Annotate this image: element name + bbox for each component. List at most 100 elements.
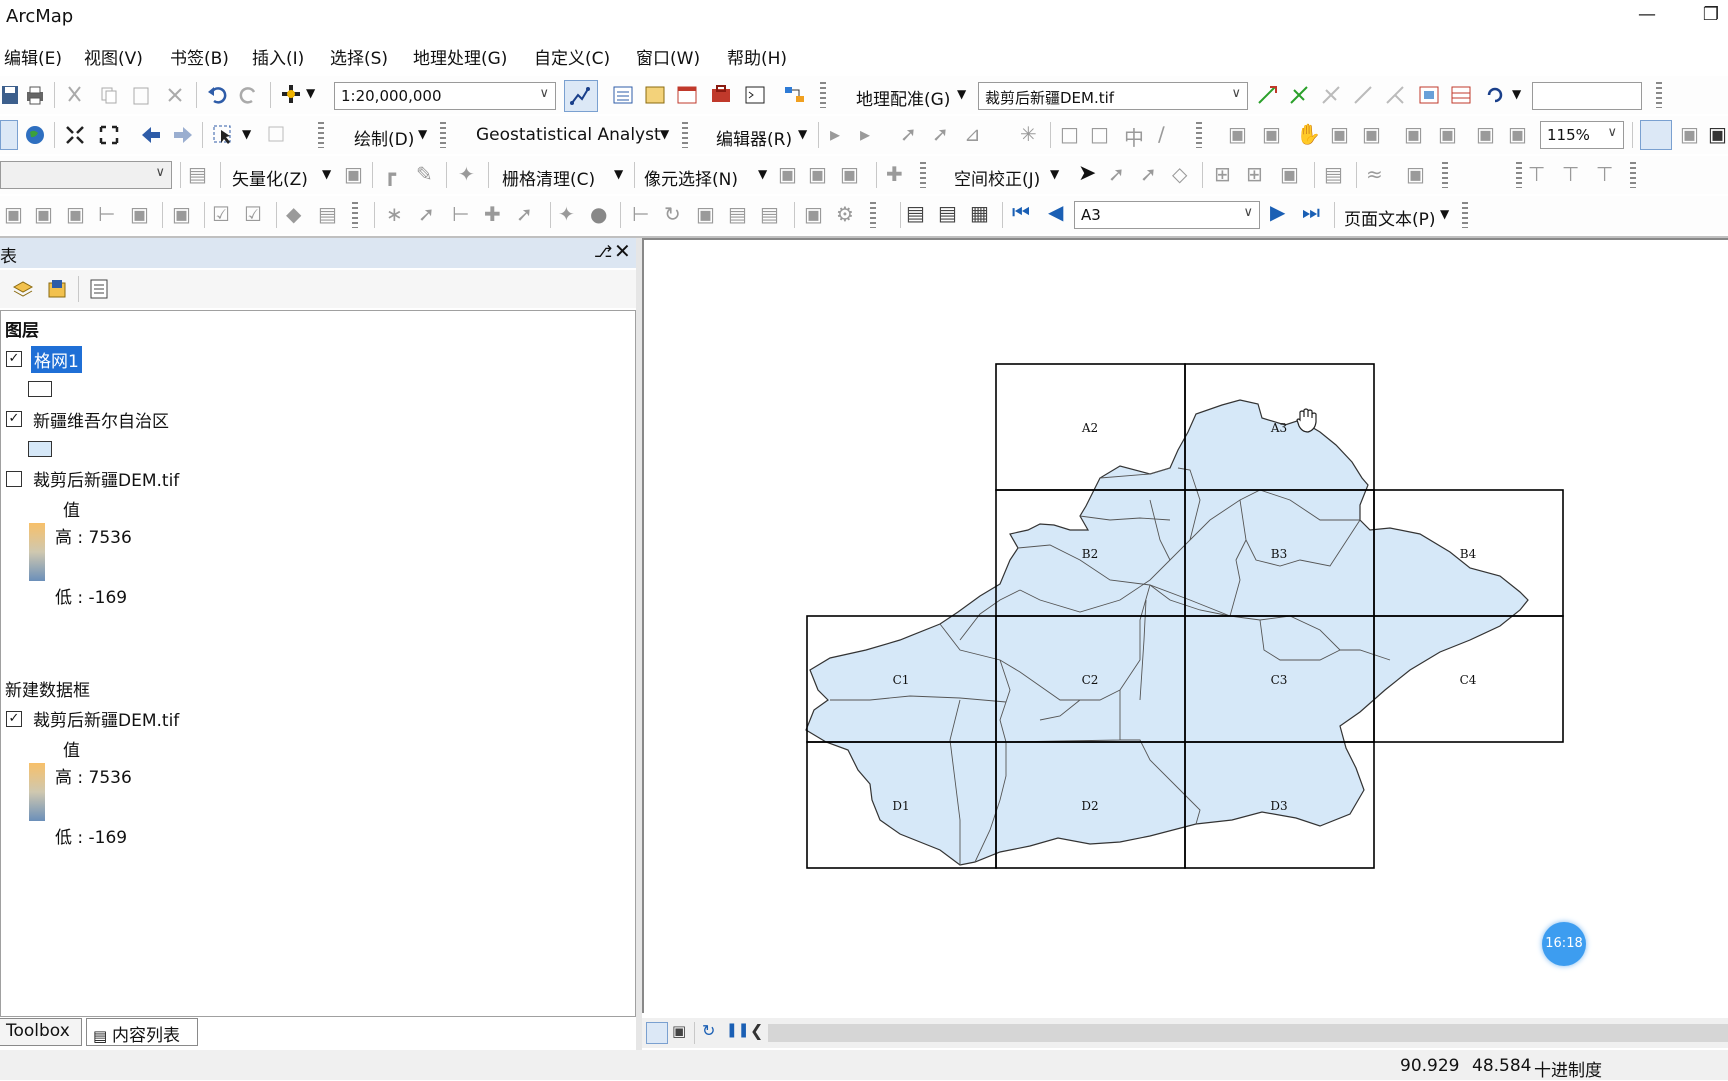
arctoolbox-icon[interactable] [710, 84, 732, 106]
pan-tool-button[interactable] [0, 120, 18, 150]
layout-view[interactable]: A2 A3 B2 B3 B4 C1 C2 C3 C4 D1 D2 D3 16:1… [642, 238, 1728, 1013]
rotate-icon[interactable] [1484, 84, 1506, 106]
find-connected-cells-icon[interactable]: ▣ [840, 162, 859, 186]
layer-visibility-checkbox[interactable] [6, 471, 22, 487]
end-point-arc-icon[interactable]: ➚ [932, 122, 949, 146]
cell-selection-menu[interactable]: 像元选择(N) [644, 165, 738, 190]
new-limited-adjustment-area-icon[interactable]: ⊞ [1246, 162, 1263, 186]
attribute-transfer-icon[interactable]: ▣ [1406, 162, 1425, 186]
topology-table-icon[interactable]: ▤ [318, 202, 337, 226]
clear-selection-icon[interactable] [266, 124, 288, 146]
editor-menu[interactable]: 编辑器(R) [716, 125, 792, 150]
validate-topology-icon[interactable]: ☑ [212, 202, 230, 226]
last-page-icon[interactable]: ⏭ [1302, 200, 1320, 224]
cut-polygons-icon[interactable]: 中 [1124, 122, 1144, 151]
vectorization-settings-icon[interactable]: ▣ [344, 162, 363, 186]
layout-back-icon[interactable]: ▣ [1476, 122, 1495, 146]
fix-topology-icon[interactable]: ◆ [286, 202, 301, 226]
split-into-cogo-icon[interactable]: ▤ [728, 202, 747, 226]
topology-icon[interactable]: ▣ [4, 202, 23, 226]
setup-data-driven-pages-icon[interactable]: ▤ [906, 201, 925, 225]
chevron-down-icon[interactable]: ▼ [758, 167, 767, 181]
select-link-icon[interactable] [1320, 84, 1342, 106]
chevron-down-icon[interactable]: ▼ [798, 127, 807, 141]
select-features-icon[interactable] [212, 124, 234, 146]
auto-registration-icon[interactable] [1288, 84, 1310, 106]
layer-name[interactable]: 裁剪后新疆DEM.tif [33, 466, 179, 491]
chevron-down-icon[interactable]: ▼ [957, 87, 966, 101]
chevron-down-icon[interactable]: ▼ [322, 167, 331, 181]
first-page-icon[interactable]: ⏮ [1012, 200, 1030, 224]
scale-combobox[interactable]: 1:20,000,000 ∨ [334, 82, 556, 110]
menu-select[interactable]: 选择(S) [330, 44, 388, 69]
chevron-down-icon[interactable]: ▼ [418, 127, 427, 141]
geostatistical-analyst-menu[interactable]: Geostatistical Analyst [476, 125, 661, 145]
viewer-icon[interactable] [1418, 84, 1440, 106]
toolbar-grip[interactable] [682, 122, 688, 148]
restore-button[interactable]: ❐ [1694, 4, 1728, 30]
layer-name[interactable]: 新疆维吾尔自治区 [33, 407, 169, 432]
toolbar-grip[interactable] [318, 122, 324, 148]
proportion-icon[interactable]: ⊢ [452, 202, 469, 226]
menu-insert[interactable]: 插入(I) [252, 44, 304, 69]
editor-toggle-button[interactable] [564, 80, 598, 112]
construct-lines-icon[interactable]: ➚ [516, 202, 533, 226]
add-data-icon[interactable] [280, 83, 302, 105]
menu-window[interactable]: 窗口(W) [636, 44, 700, 69]
add-data-dropdown-arrow[interactable]: ▼ [306, 86, 315, 100]
fixed-zoom-in-layout-icon[interactable]: ▣ [1404, 122, 1423, 146]
error-inspector-icon[interactable]: ▣ [172, 202, 191, 226]
fixed-zoom-in-icon[interactable] [64, 124, 86, 146]
model-builder-icon[interactable] [784, 84, 806, 106]
toolbar-grip[interactable] [820, 82, 826, 108]
layer-symbol[interactable] [28, 381, 52, 397]
chevron-down-icon[interactable]: ▼ [242, 127, 251, 141]
align-to-shape-icon[interactable]: ⊤ [1528, 162, 1545, 186]
raster-eraser-icon[interactable]: ✦ [458, 162, 475, 186]
new-displacement-link-icon[interactable]: ➚ [1108, 162, 1125, 186]
multiple-displacement-links-icon[interactable]: ◇ [1172, 162, 1187, 186]
full-extent-globe-icon[interactable] [24, 124, 46, 146]
vectorization-menu[interactable]: 矢量化(Z) [232, 165, 308, 190]
change-layout-icon[interactable]: ▣ [1708, 122, 1727, 146]
point-icon[interactable]: ✳ [1020, 122, 1037, 146]
curve-icon[interactable]: ↻ [664, 202, 681, 226]
spatial-adjustment-menu[interactable]: 空间校正(J) [954, 165, 1040, 190]
layer-visibility-checkbox[interactable]: ✓ [6, 351, 22, 367]
previous-page-icon[interactable]: ◀ [1048, 200, 1063, 224]
select-connected-cells-icon[interactable]: ▣ [778, 162, 797, 186]
line-icon[interactable]: ➚ [418, 202, 435, 226]
new-identity-link-icon[interactable]: ⊞ [1214, 162, 1231, 186]
minimize-button[interactable]: — [1630, 4, 1664, 30]
forward-arrow-icon[interactable] [172, 124, 194, 146]
refresh-icon[interactable]: ↻ [702, 1021, 715, 1040]
traverse-icon[interactable]: ⊢ [632, 202, 649, 226]
redo-icon[interactable] [238, 84, 260, 106]
cogo-area-icon[interactable]: ▣ [804, 202, 823, 226]
sphere-icon[interactable]: ● [590, 202, 607, 226]
cut-icon[interactable] [64, 84, 86, 106]
zoom-to-selected-link-icon[interactable] [1352, 84, 1374, 106]
pin-icon[interactable]: ⎇ [594, 242, 612, 261]
layout-zoom-combobox[interactable]: 115% ∨ [1540, 121, 1624, 149]
paste-icon[interactable] [130, 84, 152, 106]
menu-help[interactable]: 帮助(H) [727, 44, 787, 69]
python-window-icon[interactable] [744, 84, 766, 106]
layout-zoom-in-icon[interactable]: ▣ [1228, 122, 1247, 146]
menu-customize[interactable]: 自定义(C) [534, 44, 610, 69]
menu-view[interactable]: 视图(V) [84, 44, 143, 69]
undo-icon[interactable] [206, 84, 228, 106]
layer-name[interactable]: 格网1 [31, 346, 82, 373]
delete-link-icon[interactable] [1384, 84, 1406, 106]
reshape-feature-icon[interactable]: □ [1090, 122, 1109, 146]
construct-features-icon[interactable]: ▣ [130, 202, 149, 226]
target-layer-combobox[interactable]: ∨ [0, 161, 172, 189]
straight-segment-icon[interactable]: ➚ [900, 122, 917, 146]
toolbar-grip[interactable] [1462, 202, 1468, 228]
fixed-zoom-out-icon[interactable] [98, 124, 120, 146]
toolbar-grip[interactable] [1196, 122, 1202, 148]
raster-line-tracing-icon[interactable]: ┏ [384, 162, 396, 186]
focus-data-frame-icon[interactable]: ▣ [1680, 122, 1699, 146]
edit-annotation-icon[interactable]: ▸ [860, 122, 870, 146]
map-canvas[interactable]: A2 A3 B2 B3 B4 C1 C2 C3 C4 D1 D2 D3 [642, 238, 1728, 1013]
